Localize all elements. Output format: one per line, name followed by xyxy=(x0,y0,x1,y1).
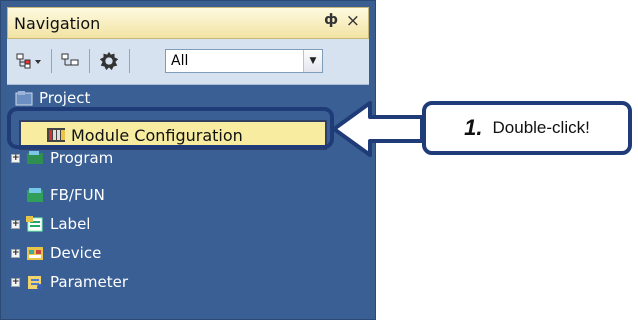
navigation-window: Navigation ф × All ▼ Project Module Conf… xyxy=(0,0,376,320)
filter-select-value: All xyxy=(171,53,189,69)
tree-item-fb-fun[interactable]: FB/FUN xyxy=(26,183,105,207)
navigation-titlebar: Navigation ф × xyxy=(7,7,369,39)
tree-item-label: Device xyxy=(50,244,102,262)
pointer-arrow-icon xyxy=(332,101,424,157)
chevron-down-icon[interactable]: ▼ xyxy=(303,50,322,72)
expand-icon[interactable]: + xyxy=(11,219,20,229)
callout-text: Double-click! xyxy=(492,118,590,137)
label-icon xyxy=(26,216,43,232)
fb-fun-icon xyxy=(27,188,43,202)
settings-button[interactable] xyxy=(95,50,123,72)
navigation-toolbar: All ▼ xyxy=(7,39,369,85)
expand-icon[interactable]: + xyxy=(11,248,20,258)
step-number: 1. xyxy=(464,115,483,140)
program-icon xyxy=(27,151,43,164)
navigation-title: Navigation xyxy=(14,14,101,33)
expand-icon[interactable]: + xyxy=(11,153,20,163)
toolbar-separator xyxy=(89,49,90,73)
tree-view-icon xyxy=(16,53,41,69)
pin-icon[interactable]: ф xyxy=(324,12,338,28)
toolbar-separator xyxy=(51,49,52,73)
tree-item-label: FB/FUN xyxy=(50,186,105,204)
collapse-tree-icon xyxy=(61,53,79,66)
tree-item-parameter[interactable]: + Parameter xyxy=(11,270,128,294)
tree-item-device[interactable]: + Device xyxy=(11,241,101,265)
collapse-all-button[interactable] xyxy=(57,50,83,72)
close-icon[interactable]: × xyxy=(346,11,360,31)
expand-icon[interactable]: + xyxy=(11,277,20,287)
tree-item-label: Parameter xyxy=(50,273,129,291)
view-mode-button[interactable] xyxy=(15,50,45,72)
parameter-icon xyxy=(28,276,43,290)
tree-item-label-node[interactable]: + Label xyxy=(11,212,90,236)
tree-item-label: Project xyxy=(39,89,91,107)
device-icon xyxy=(27,247,43,260)
filter-icon-area xyxy=(135,50,159,72)
instruction-callout: 1. Double-click! xyxy=(422,101,632,155)
gear-icon xyxy=(99,51,119,71)
tree-item-label: Program xyxy=(50,149,114,167)
project-icon xyxy=(15,91,33,106)
toolbar-separator xyxy=(129,49,130,73)
tree-item-program[interactable]: + Program xyxy=(11,146,113,170)
filter-select[interactable]: All ▼ xyxy=(165,49,323,73)
tree-item-label: Label xyxy=(50,215,91,233)
highlight-frame xyxy=(7,107,334,149)
